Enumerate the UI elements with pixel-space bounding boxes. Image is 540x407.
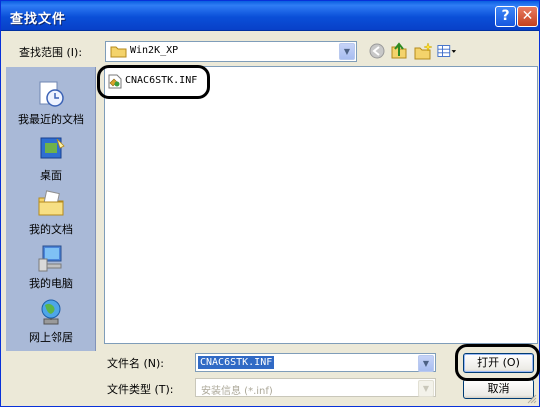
place-recent-documents[interactable]: 我最近的文档 xyxy=(6,79,96,127)
title-bar[interactable]: 查找文件 ? ✕ xyxy=(1,1,539,31)
desktop-icon xyxy=(40,137,65,159)
look-in-combobox[interactable]: Win2K_XP ▼ xyxy=(105,41,357,62)
close-icon: ✕ xyxy=(521,8,534,24)
place-my-documents[interactable]: 我的文档 xyxy=(6,189,96,237)
look-in-dropdown-button[interactable]: ▼ xyxy=(339,43,355,60)
place-label: 我的文档 xyxy=(29,223,73,236)
chevron-down-icon: ▼ xyxy=(422,384,430,393)
callout-highlight-open xyxy=(455,344,540,381)
look-in-value: Win2K_XP xyxy=(130,45,179,56)
place-label: 我的电脑 xyxy=(29,277,73,290)
my-computer-icon xyxy=(38,245,62,272)
places-bar: 我最近的文档 桌面 我的文档 我的电脑 网上邻居 xyxy=(6,67,96,351)
view-menu-icon[interactable] xyxy=(437,42,457,60)
file-type-label: 文件类型 (T): xyxy=(107,383,174,396)
place-label: 网上邻居 xyxy=(29,331,73,344)
file-name-dropdown-button[interactable]: ▼ xyxy=(418,355,434,372)
file-type-value: 安装信息 (*.inf) xyxy=(201,386,273,397)
file-type-select[interactable]: 安装信息 (*.inf) ▼ xyxy=(195,378,436,397)
place-desktop[interactable]: 桌面 xyxy=(6,135,96,183)
cancel-button[interactable]: 取消 xyxy=(463,379,534,399)
help-button[interactable]: ? xyxy=(495,6,516,27)
window-title: 查找文件 xyxy=(10,12,67,27)
my-documents-icon xyxy=(38,190,64,216)
place-network[interactable]: 网上邻居 xyxy=(6,297,96,345)
back-icon[interactable] xyxy=(367,42,387,60)
file-type-dropdown-button[interactable]: ▼ xyxy=(418,380,434,397)
place-my-computer[interactable]: 我的电脑 xyxy=(6,243,96,291)
file-name-value: CNAC6STK.INF xyxy=(198,356,275,369)
file-name-input[interactable]: CNAC6STK.INF ▼ xyxy=(195,353,436,372)
chevron-down-icon: ▼ xyxy=(343,47,351,56)
place-label: 桌面 xyxy=(40,169,62,182)
place-label: 我最近的文档 xyxy=(18,113,84,126)
network-places-icon xyxy=(41,299,61,325)
new-folder-icon[interactable] xyxy=(413,42,433,60)
callout-highlight-file xyxy=(97,65,210,99)
file-name-label: 文件名 (N): xyxy=(107,357,165,370)
open-file-dialog: 查找文件 ? ✕ 查找范围 (I): Win2K_XP ▼ 我最近的文档 桌面 … xyxy=(0,0,540,407)
file-list[interactable]: CNAC6STK.INF xyxy=(104,66,538,344)
folder-icon xyxy=(110,46,127,58)
resize-grip-icon[interactable] xyxy=(527,394,537,404)
close-button[interactable]: ✕ xyxy=(517,6,538,27)
look-in-label: 查找范围 (I): xyxy=(19,46,83,59)
chevron-down-icon: ▼ xyxy=(422,359,430,368)
recent-documents-icon xyxy=(39,81,64,107)
up-folder-icon[interactable] xyxy=(389,42,409,60)
help-icon: ? xyxy=(501,8,510,24)
